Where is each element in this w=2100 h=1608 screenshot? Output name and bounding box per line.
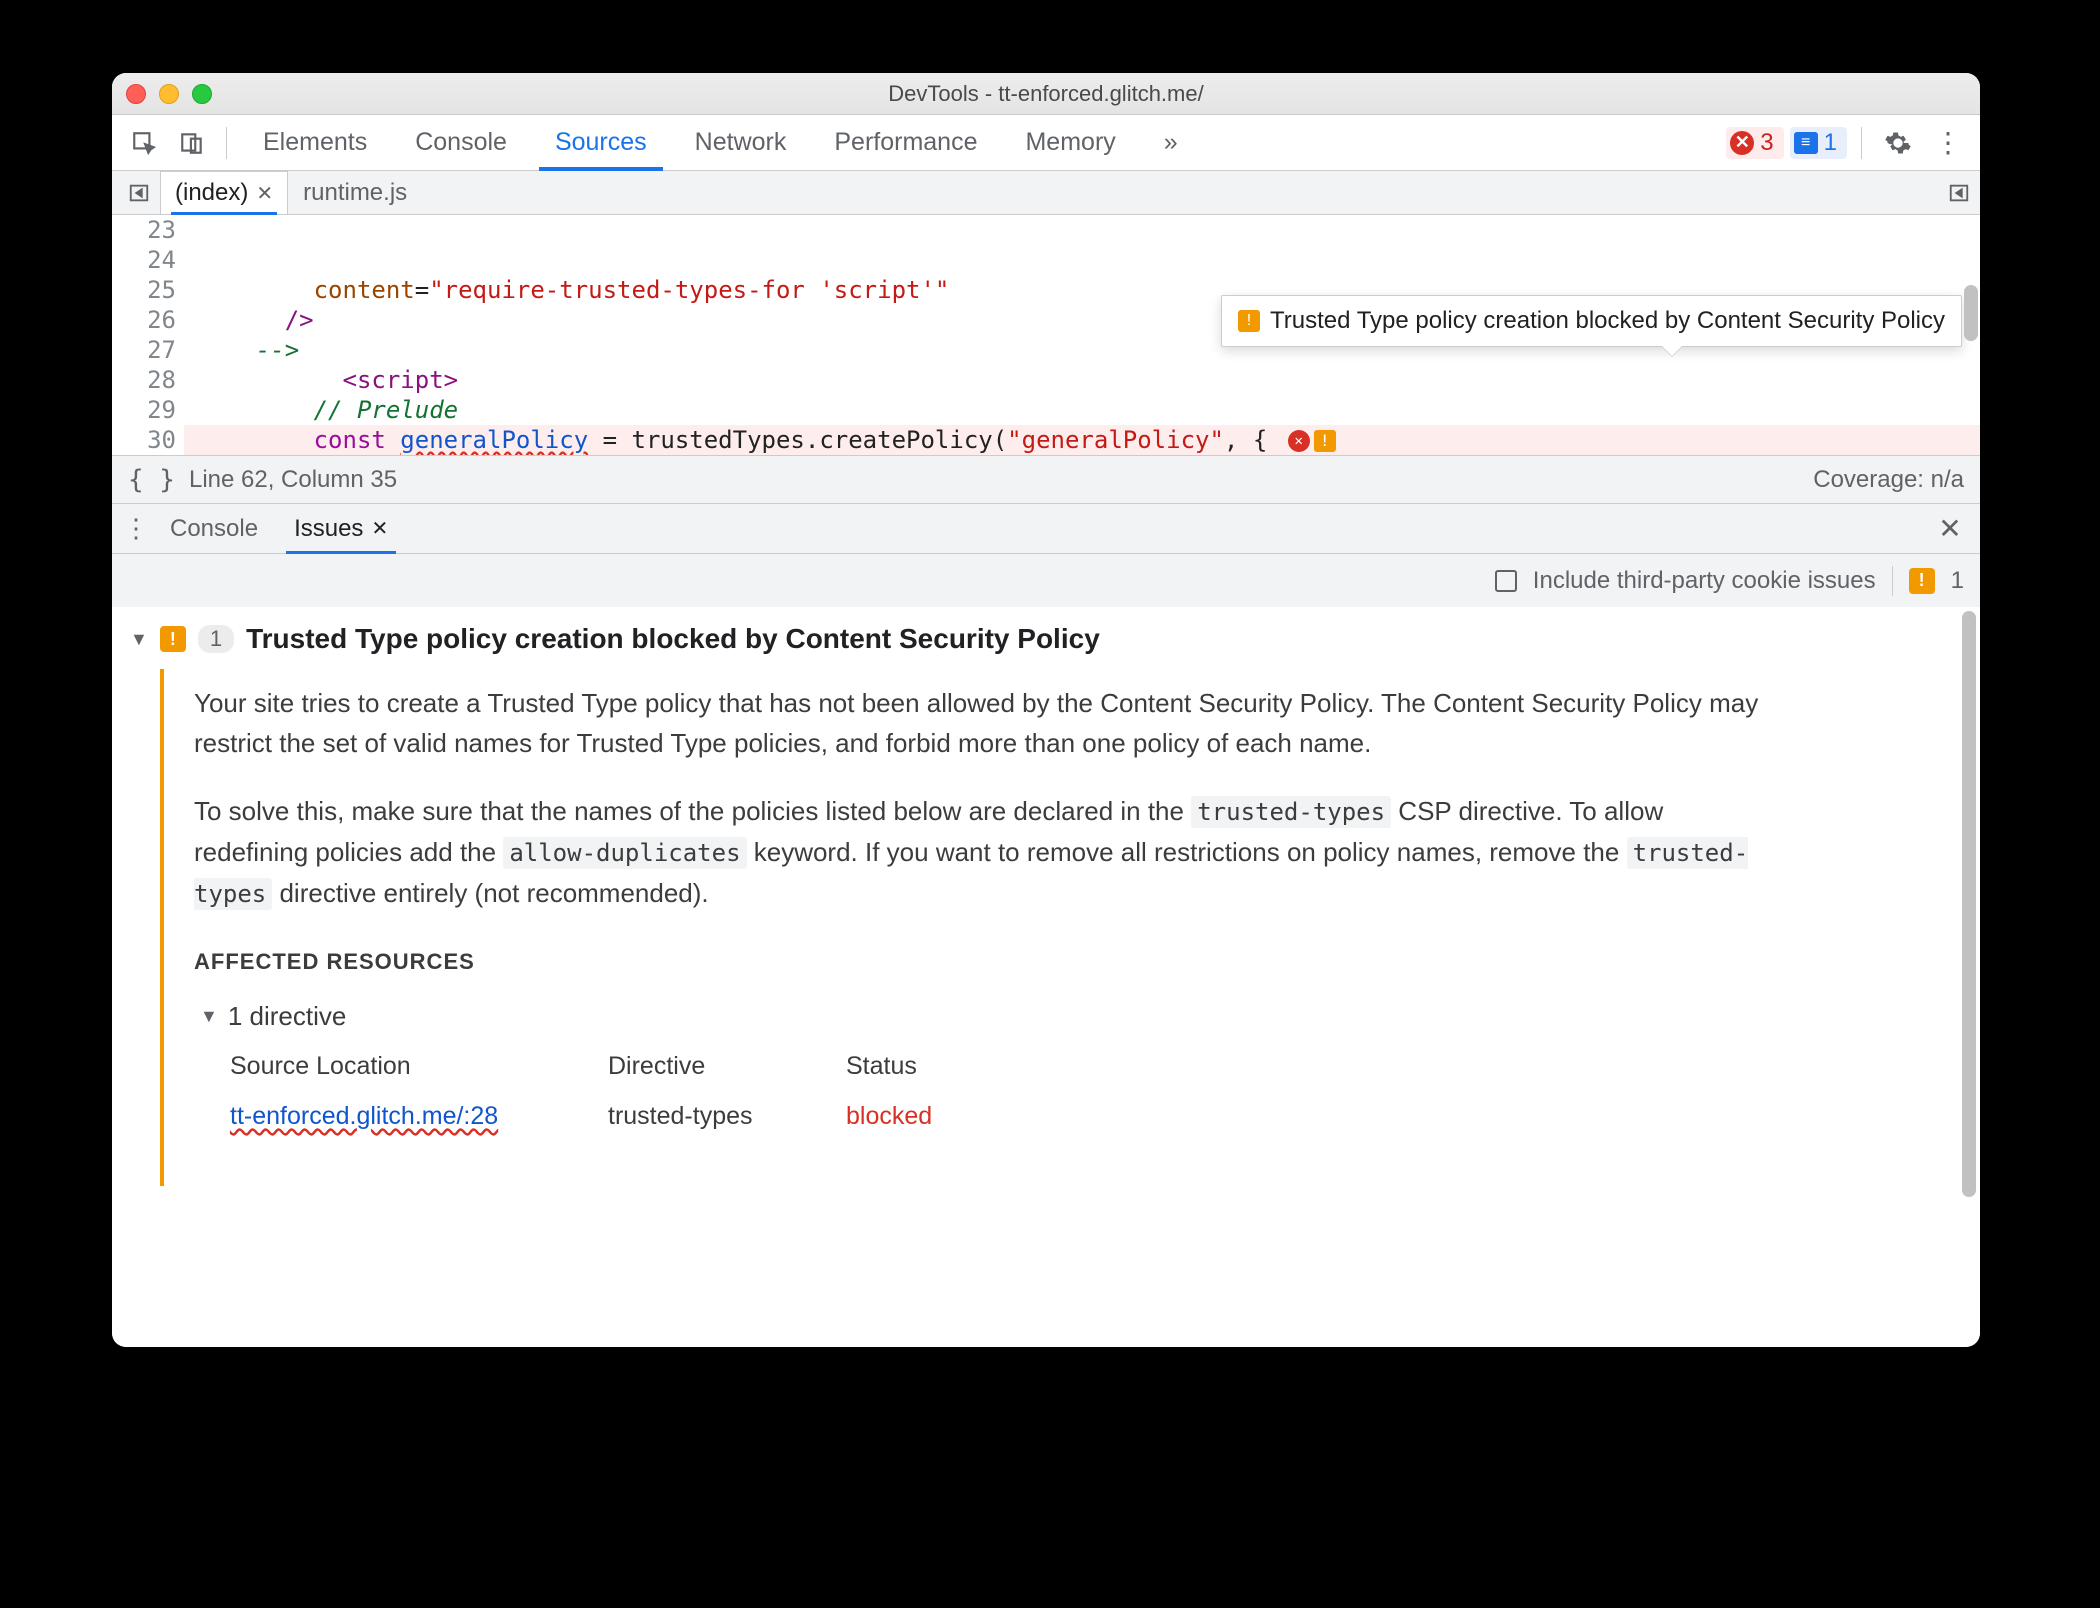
issues-scrollbar[interactable] xyxy=(1962,611,1976,1343)
td-status: blocked xyxy=(846,1096,986,1136)
directive-count-row[interactable]: ▼ 1 directive xyxy=(200,996,1962,1036)
table-row: tt-enforced.glitch.me/:28 trusted-types … xyxy=(230,1096,1962,1136)
warning-icon: ! xyxy=(1238,310,1260,332)
issues-filter-bar: Include third-party cookie issues ! 1 xyxy=(112,553,1980,607)
issues-panel[interactable]: ▼ ! 1 Trusted Type policy creation block… xyxy=(112,607,1980,1347)
file-tab-label: (index) xyxy=(175,179,248,207)
close-drawer-icon[interactable]: ✕ xyxy=(1928,504,1972,553)
pretty-print-icon[interactable]: { } xyxy=(128,465,175,495)
message-count: 1 xyxy=(1824,129,1837,157)
file-tab-label: runtime.js xyxy=(303,179,407,207)
message-icon: ≡ xyxy=(1794,132,1818,154)
third-party-checkbox[interactable] xyxy=(1495,570,1517,592)
tab-memory[interactable]: Memory xyxy=(1001,115,1139,170)
code-snippet: trusted-types xyxy=(1191,796,1391,828)
inline-warning-tooltip: ! Trusted Type policy creation blocked b… xyxy=(1221,295,1962,347)
message-count-badge[interactable]: ≡ 1 xyxy=(1790,127,1847,159)
main-tab-strip: Elements Console Sources Network Perform… xyxy=(239,115,1202,170)
expand-triangle-icon[interactable]: ▼ xyxy=(130,629,148,650)
code-snippet: allow-duplicates xyxy=(503,837,746,869)
tooltip-text: Trusted Type policy creation blocked by … xyxy=(1270,306,1945,336)
error-count-badge[interactable]: ✕ 3 xyxy=(1726,127,1783,159)
titlebar: DevTools - tt-enforced.glitch.me/ xyxy=(112,73,1980,115)
tab-network[interactable]: Network xyxy=(671,115,811,170)
editor-statusbar: { } Line 62, Column 35 Coverage: n/a xyxy=(112,455,1980,503)
drawer-tab-strip: ⋮ Console Issues ✕ ✕ xyxy=(112,503,1980,553)
warning-icon: ! xyxy=(1314,430,1336,452)
window-title: DevTools - tt-enforced.glitch.me/ xyxy=(112,81,1980,107)
issue-title: Trusted Type policy creation blocked by … xyxy=(246,623,1100,655)
settings-gear-icon[interactable] xyxy=(1876,121,1920,165)
code-content[interactable]: content="require-trusted-types-for 'scri… xyxy=(184,215,1980,455)
file-tab-runtime[interactable]: runtime.js xyxy=(288,171,422,214)
tab-overflow[interactable]: » xyxy=(1140,115,1202,170)
tab-sources[interactable]: Sources xyxy=(531,115,671,170)
line-number-gutter: 2324252627282930 xyxy=(112,215,184,455)
separator xyxy=(1861,127,1862,159)
debugger-pane-toggle-icon[interactable] xyxy=(1938,171,1980,214)
th-directive: Directive xyxy=(608,1046,818,1086)
issue-paragraph: To solve this, make sure that the names … xyxy=(194,791,1784,914)
expand-triangle-icon[interactable]: ▼ xyxy=(200,996,218,1036)
th-source-location: Source Location xyxy=(230,1046,580,1086)
toolbar-right: ✕ 3 ≡ 1 ⋮ xyxy=(1726,121,1970,165)
issue-detail: Your site tries to create a Trusted Type… xyxy=(160,669,1962,1186)
file-tab-index[interactable]: (index) ✕ xyxy=(160,171,288,214)
close-tab-icon[interactable]: ✕ xyxy=(371,516,388,541)
editor-scrollbar[interactable] xyxy=(1964,217,1978,453)
source-location-link[interactable]: tt-enforced.glitch.me/:28 xyxy=(230,1102,498,1130)
issue-header-row[interactable]: ▼ ! 1 Trusted Type policy creation block… xyxy=(130,623,1962,655)
table-header-row: Source Location Directive Status xyxy=(230,1046,1962,1086)
td-directive: trusted-types xyxy=(608,1096,818,1136)
device-toolbar-icon[interactable] xyxy=(170,121,214,165)
drawer-tab-console[interactable]: Console xyxy=(152,504,276,553)
main-toolbar: Elements Console Sources Network Perform… xyxy=(112,115,1980,171)
affected-resources-title: AFFECTED RESOURCES xyxy=(194,942,1962,982)
checkbox-label: Include third-party cookie issues xyxy=(1533,567,1876,595)
inspect-element-icon[interactable] xyxy=(122,121,166,165)
drawer-menu-icon[interactable]: ⋮ xyxy=(120,504,152,553)
tab-elements[interactable]: Elements xyxy=(239,115,391,170)
issue-count-pill: 1 xyxy=(198,625,234,653)
tab-performance[interactable]: Performance xyxy=(810,115,1001,170)
source-editor[interactable]: 2324252627282930 content="require-truste… xyxy=(112,215,1980,455)
warning-icon: ! xyxy=(160,626,186,652)
inline-error-markers[interactable]: ✕! xyxy=(1288,430,1336,452)
navigator-toggle-icon[interactable] xyxy=(118,171,160,214)
warning-count: 1 xyxy=(1951,567,1964,595)
devtools-window: DevTools - tt-enforced.glitch.me/ Elemen… xyxy=(112,73,1980,1347)
kebab-menu-icon[interactable]: ⋮ xyxy=(1926,121,1970,165)
warning-icon: ! xyxy=(1909,568,1935,594)
coverage-status: Coverage: n/a xyxy=(1813,466,1964,494)
tab-console[interactable]: Console xyxy=(391,115,531,170)
error-icon: ✕ xyxy=(1730,131,1754,155)
cursor-position: Line 62, Column 35 xyxy=(189,466,397,494)
separator xyxy=(1892,566,1893,596)
affected-resources-table: Source Location Directive Status tt-enfo… xyxy=(230,1046,1962,1136)
drawer-tab-issues[interactable]: Issues ✕ xyxy=(276,504,406,553)
error-count: 3 xyxy=(1760,129,1773,157)
close-tab-icon[interactable]: ✕ xyxy=(256,181,273,206)
error-icon: ✕ xyxy=(1288,430,1310,452)
directive-count: 1 directive xyxy=(228,996,347,1036)
file-tab-strip: (index) ✕ runtime.js xyxy=(112,171,1980,215)
th-status: Status xyxy=(846,1046,986,1086)
separator xyxy=(226,127,227,159)
issue-paragraph: Your site tries to create a Trusted Type… xyxy=(194,683,1784,763)
